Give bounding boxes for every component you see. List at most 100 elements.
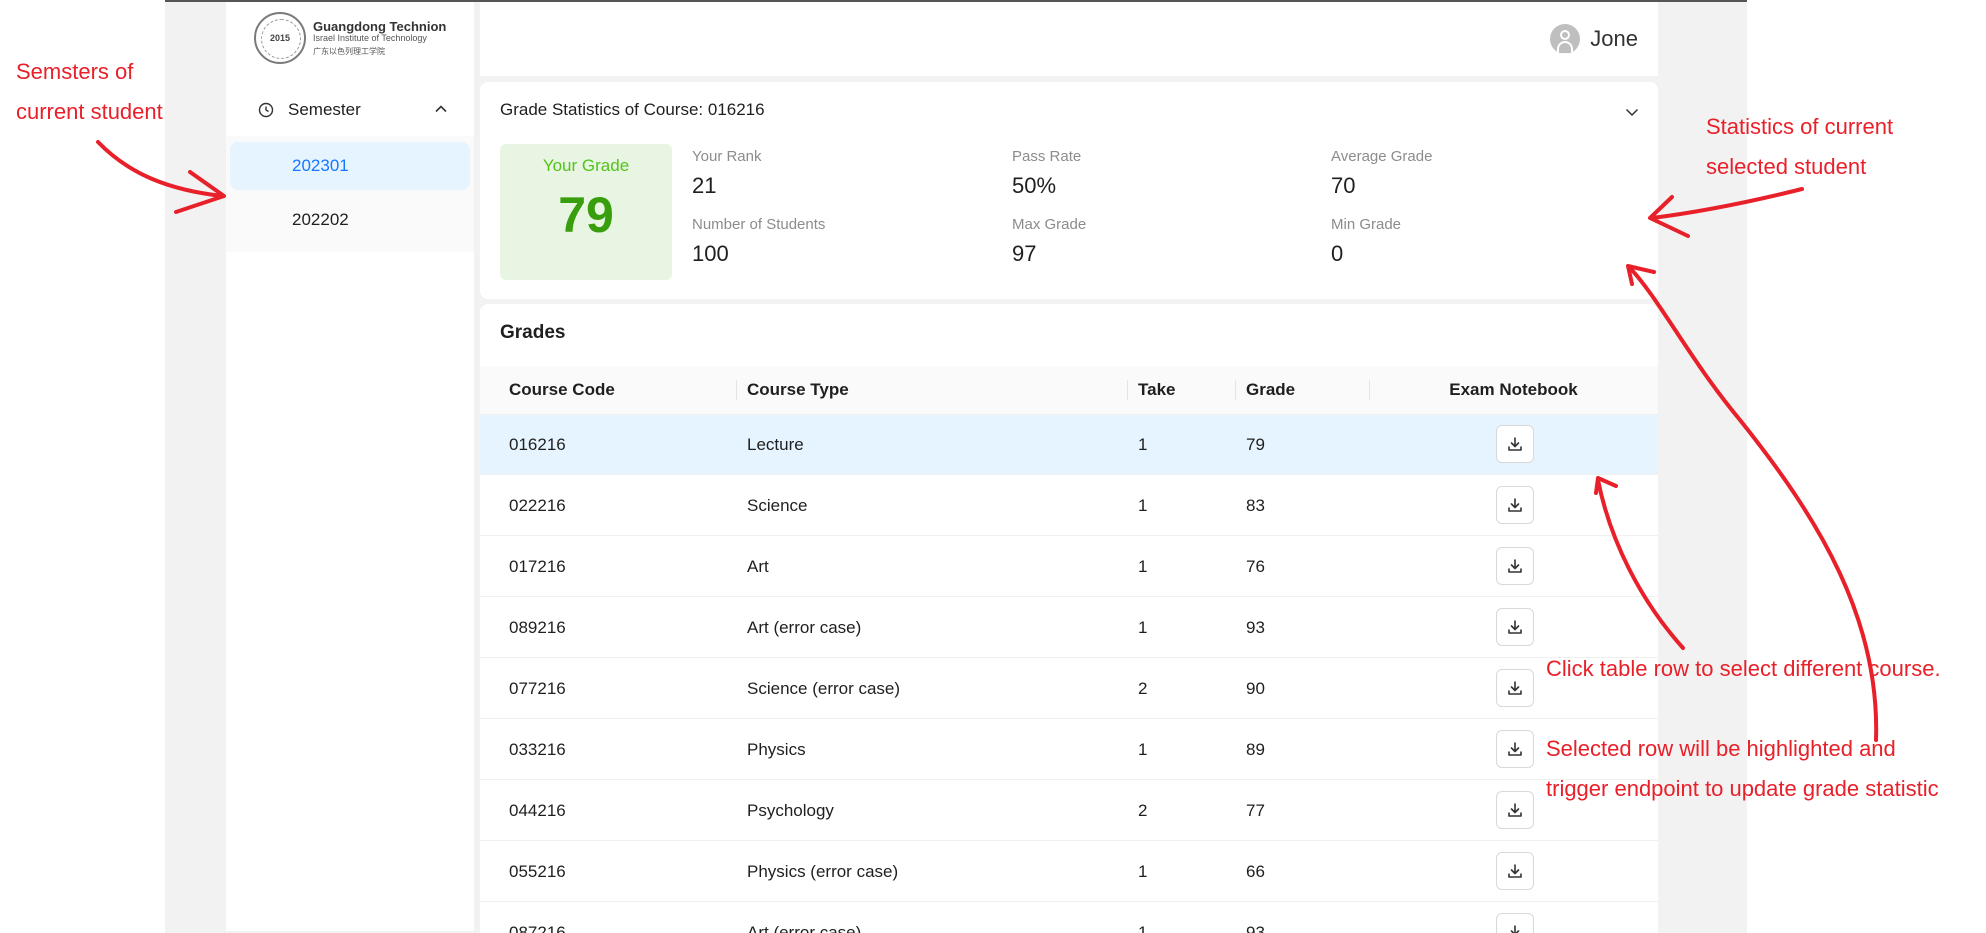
semester-menu-toggle[interactable]: Semester: [226, 90, 474, 130]
course-code-cell: 077216: [509, 679, 566, 698]
semester-item-label: 202301: [292, 156, 349, 175]
annotation-semesters-line2: current student: [16, 99, 163, 124]
stat-label: Pass Rate: [1012, 148, 1082, 165]
course-code-cell: 022216: [509, 496, 566, 515]
column-header-grade: Grade: [1246, 380, 1296, 399]
table-row[interactable]: 016216 Lecture 1 79: [480, 415, 1658, 475]
course-type-cell: Lecture: [747, 435, 804, 454]
course-code-cell: 017216: [509, 557, 566, 576]
stat-number-of-students: Number of Students 100: [692, 216, 825, 267]
take-cell: 1: [1138, 740, 1148, 759]
table-row[interactable]: 044216 Psychology 2 77: [480, 781, 1658, 841]
take-cell: 2: [1138, 801, 1148, 820]
your-grade-value: 79: [558, 187, 614, 243]
download-icon: [1508, 498, 1522, 512]
course-type-cell: Psychology: [747, 801, 834, 820]
user-name: Jone: [1590, 26, 1638, 51]
table-row[interactable]: 033216 Physics 1 89: [480, 720, 1658, 780]
download-exam-notebook-button[interactable]: [1496, 486, 1534, 524]
download-icon: [1508, 864, 1522, 878]
logo-chinese: 广东以色列理工学院: [313, 46, 385, 56]
course-code-cell: 033216: [509, 740, 566, 759]
table-row[interactable]: 017216 Art 1 76: [480, 537, 1658, 597]
chevron-up-icon: [435, 105, 447, 113]
course-type-cell: Art: [747, 557, 769, 576]
stat-label: Max Grade: [1012, 216, 1087, 233]
logo-subtitle: Israel Institute of Technology: [313, 32, 427, 43]
stat-your-rank: Your Rank 21: [692, 148, 762, 199]
stat-value: 100: [692, 241, 729, 266]
course-code-cell: 055216: [509, 862, 566, 881]
semester-item[interactable]: 202301: [230, 142, 470, 190]
download-exam-notebook-button[interactable]: [1496, 730, 1534, 768]
grade-cell: 89: [1246, 740, 1265, 759]
grade-cell: 66: [1246, 862, 1265, 881]
annotation-highlight-line2: trigger endpoint to update grade statist…: [1546, 776, 1939, 801]
semester-item[interactable]: 202202: [230, 196, 470, 244]
download-exam-notebook-button[interactable]: [1496, 425, 1534, 463]
grade-cell: 83: [1246, 496, 1265, 515]
column-header-course-type: Course Type: [747, 380, 849, 399]
logo-seal-text: 2015: [269, 33, 291, 43]
download-icon: [1508, 620, 1522, 634]
take-cell: 1: [1138, 435, 1148, 454]
course-code-cell: 016216: [509, 435, 566, 454]
course-code-cell: 044216: [509, 801, 566, 820]
download-exam-notebook-button[interactable]: [1496, 608, 1534, 646]
download-icon: [1508, 803, 1522, 817]
stat-value: 50%: [1012, 173, 1057, 198]
take-cell: 1: [1138, 923, 1148, 933]
history-icon: [258, 102, 274, 118]
download-icon: [1510, 925, 1520, 933]
annotation-highlight: Selected row will be highlighted and tri…: [1546, 729, 1939, 809]
course-type-cell: Science: [747, 496, 808, 515]
stat-pass-rate: Pass Rate 50%: [1012, 148, 1081, 199]
stat-label: Number of Students: [692, 216, 826, 233]
grade-statistics-card: Grade Statistics of Course: 016216 Your …: [480, 82, 1658, 299]
user-menu[interactable]: Jone: [1550, 24, 1638, 54]
stat-label: Min Grade: [1331, 216, 1402, 233]
grades-card: Grades Course Code Course Type Take Grad…: [480, 304, 1658, 933]
course-type-cell: Physics (error case): [747, 862, 899, 881]
course-code-cell: 089216: [509, 618, 566, 637]
annotation-semesters: Semsters of current student: [16, 52, 163, 132]
table-row[interactable]: 087216 Art (error case) 1 93: [480, 903, 1658, 933]
grade-cell: 93: [1246, 923, 1265, 933]
your-grade-box: Your Grade 79: [500, 144, 672, 280]
logo: 2015 Guangdong Technion Israel Institute…: [254, 10, 474, 66]
take-cell: 2: [1138, 679, 1148, 698]
download-exam-notebook-button[interactable]: [1496, 913, 1534, 933]
table-row[interactable]: 022216 Science 1 83: [480, 476, 1658, 536]
logo-seal-icon: 2015: [254, 12, 306, 64]
table-row[interactable]: 089216 Art (error case) 1 93: [480, 598, 1658, 658]
course-type-cell: Science (error case): [747, 679, 901, 698]
download-exam-notebook-button[interactable]: [1496, 852, 1534, 890]
table-row[interactable]: 055216 Physics (error case) 1 66: [480, 842, 1658, 902]
download-exam-notebook-button[interactable]: [1496, 791, 1534, 829]
grade-cell: 77: [1246, 801, 1265, 820]
grade-cell: 79: [1246, 435, 1265, 454]
annotation-statistics-line1: Statistics of current: [1706, 114, 1894, 139]
chevron-down-icon[interactable]: [1624, 104, 1640, 120]
download-exam-notebook-button[interactable]: [1496, 547, 1534, 585]
avatar: [1550, 24, 1581, 54]
stat-label: Average Grade: [1331, 148, 1433, 165]
semester-menu-label: Semester: [288, 100, 361, 119]
take-cell: 1: [1138, 618, 1148, 637]
semester-item-label: 202202: [292, 210, 349, 229]
stat-max-grade: Max Grade 97: [1012, 216, 1086, 267]
column-header-exam-notebook: Exam Notebook: [1449, 380, 1578, 399]
stat-min-grade: Min Grade 0: [1331, 216, 1401, 267]
table-row[interactable]: 077216 Science (error case) 2 90: [480, 659, 1658, 719]
annotation-statistics-line2: selected student: [1706, 154, 1867, 179]
logo-name: Guangdong Technion: [313, 18, 447, 34]
column-header-course-code: Course Code: [509, 380, 615, 399]
grades-title: Grades: [500, 322, 566, 343]
stat-average-grade: Average Grade 70: [1331, 148, 1432, 199]
course-type-cell: Art (error case): [747, 618, 862, 637]
column-header-take: Take: [1138, 380, 1176, 399]
download-icon: [1508, 437, 1522, 451]
download-exam-notebook-button[interactable]: [1496, 669, 1534, 707]
course-type-cell: Art (error case): [747, 923, 862, 933]
annotation-click-row: Click table row to select different cour…: [1546, 656, 1941, 681]
